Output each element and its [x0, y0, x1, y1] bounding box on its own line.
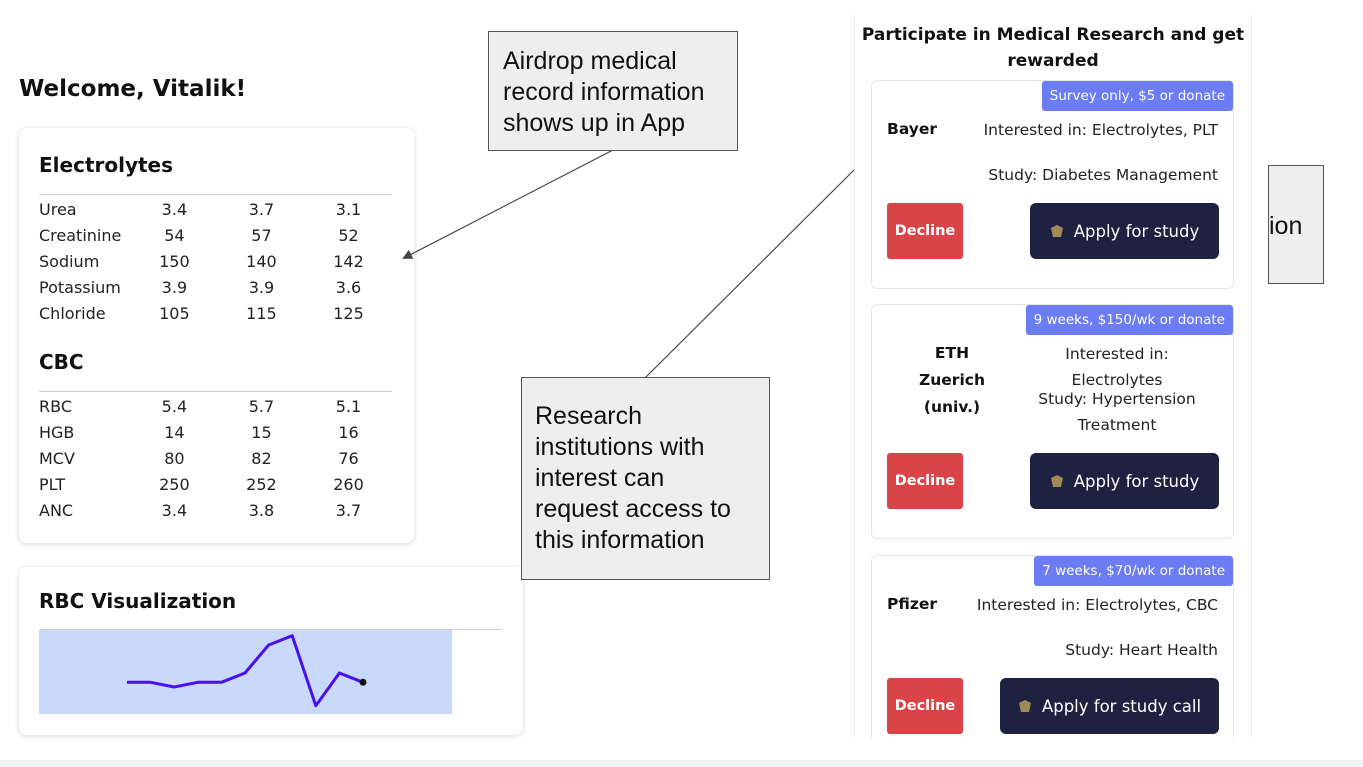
callout-line: ion [1269, 212, 1303, 240]
reward-badge: 9 weeks, $150/wk or donate [1025, 305, 1233, 335]
airdrop-callout: Airdrop medical record information shows… [488, 31, 738, 151]
org-name: Bayer [887, 120, 938, 138]
study-title: Study: Hypertension Treatment [1038, 390, 1196, 434]
study-card-pfizer: 7 weeks, $70/wk or donate Pfizer Interes… [871, 555, 1234, 738]
wallet-icon [1018, 700, 1031, 712]
callout-line: institutions with [535, 433, 705, 461]
apply-label: Apply for study [1073, 221, 1200, 241]
study-interest: Interested in: Electrolytes, CBC [976, 596, 1218, 614]
apply-label: Apply for study [1073, 471, 1200, 491]
callout-line: l [1269, 180, 1323, 211]
wallet-icon [1050, 225, 1063, 237]
callout-line: interest can [535, 464, 665, 492]
callout-line: request access to [535, 495, 731, 523]
study-title: Study: Heart Health [1065, 641, 1218, 659]
airdrop-arrow [402, 149, 614, 259]
decline-button[interactable]: Decline [887, 453, 963, 509]
callout-line: shows up in App [503, 109, 686, 137]
partial-callout: l ion [1268, 165, 1324, 284]
panel-title: Participate in Medical Research and get … [861, 25, 1245, 71]
study-interest: Interested in: Electrolytes, PLT [983, 121, 1218, 139]
reward-badge: 7 weeks, $70/wk or donate [1034, 556, 1233, 586]
decline-button[interactable]: Decline [887, 203, 963, 259]
research-panel: Participate in Medical Research and get … [854, 14, 1252, 738]
apply-button[interactable]: Apply for study [1030, 203, 1219, 259]
apply-button[interactable]: Apply for study [1030, 453, 1219, 509]
study-card-bayer: Survey only, $5 or donate Bayer Interest… [871, 80, 1234, 289]
callout-line: this information [535, 526, 705, 554]
org-name: Pfizer [887, 595, 938, 613]
decline-button[interactable]: Decline [887, 678, 963, 734]
study-card-eth-zuerich: 9 weeks, $150/wk or donate ETH Zuerich (… [871, 304, 1234, 539]
reward-badge: Survey only, $5 or donate [1041, 81, 1233, 111]
apply-label: Apply for study call [1041, 696, 1202, 716]
wallet-icon [1050, 475, 1063, 487]
callout-line: Airdrop medical [503, 47, 677, 75]
callout-line: Research [535, 402, 642, 430]
research-connector [644, 167, 857, 379]
apply-button[interactable]: Apply for study call [1000, 678, 1219, 734]
study-title: Study: Diabetes Management [988, 166, 1218, 184]
research-callout: Research institutions with interest can … [521, 377, 770, 580]
org-name: ETH Zuerich (univ.) [919, 344, 985, 416]
callout-line: record information [503, 78, 705, 106]
